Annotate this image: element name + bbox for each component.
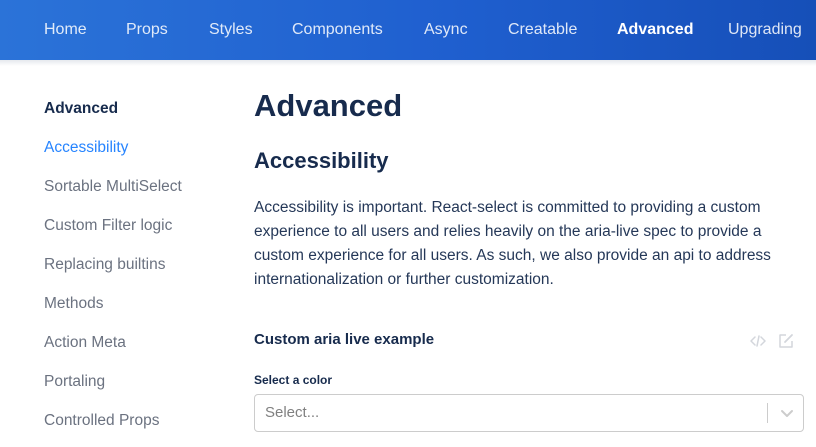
- top-navigation: Home Props Styles Components Async Creat…: [0, 0, 816, 60]
- select-color-label: Select a color: [254, 373, 333, 387]
- sidebar-item-accessibility[interactable]: Accessibility: [44, 135, 234, 174]
- nav-item-async[interactable]: Async: [424, 0, 468, 60]
- nav-shadow: [0, 60, 816, 66]
- sidebar-item-action-meta[interactable]: Action Meta: [44, 330, 234, 369]
- sidebar-item-controlled-props[interactable]: Controlled Props: [44, 408, 234, 447]
- section-paragraph: Accessibility is important. React-select…: [254, 199, 771, 288]
- sidebar-item-portaling[interactable]: Portaling: [44, 369, 234, 408]
- section-title: Accessibility: [254, 148, 389, 173]
- nav-item-upgrading[interactable]: Upgrading: [728, 0, 802, 60]
- sidebar-item-sortable-multiselect[interactable]: Sortable MultiSelect: [44, 174, 234, 213]
- sidebar-item-methods[interactable]: Methods: [44, 291, 234, 330]
- nav-item-styles[interactable]: Styles: [209, 0, 253, 60]
- chevron-down-icon[interactable]: [777, 403, 797, 423]
- sidebar-heading-advanced[interactable]: Advanced: [44, 96, 234, 135]
- nav-item-creatable[interactable]: Creatable: [508, 0, 577, 60]
- example-actions: [748, 331, 802, 351]
- page-title: Advanced: [254, 88, 403, 123]
- sidebar-item-replacing-builtins[interactable]: Replacing builtins: [44, 252, 234, 291]
- indicator-separator: [767, 403, 768, 423]
- color-select[interactable]: Select...: [254, 394, 804, 432]
- nav-item-props[interactable]: Props: [126, 0, 168, 60]
- sidebar: Advanced Accessibility Sortable MultiSel…: [44, 96, 234, 447]
- nav-item-components[interactable]: Components: [292, 0, 383, 60]
- code-icon[interactable]: [748, 331, 768, 351]
- edit-icon[interactable]: [776, 331, 796, 351]
- nav-item-advanced[interactable]: Advanced: [617, 0, 693, 60]
- example-title: Custom aria live example: [254, 331, 435, 348]
- select-placeholder: Select...: [265, 404, 320, 421]
- sidebar-item-custom-filter-logic[interactable]: Custom Filter logic: [44, 213, 234, 252]
- nav-item-home[interactable]: Home: [44, 0, 87, 60]
